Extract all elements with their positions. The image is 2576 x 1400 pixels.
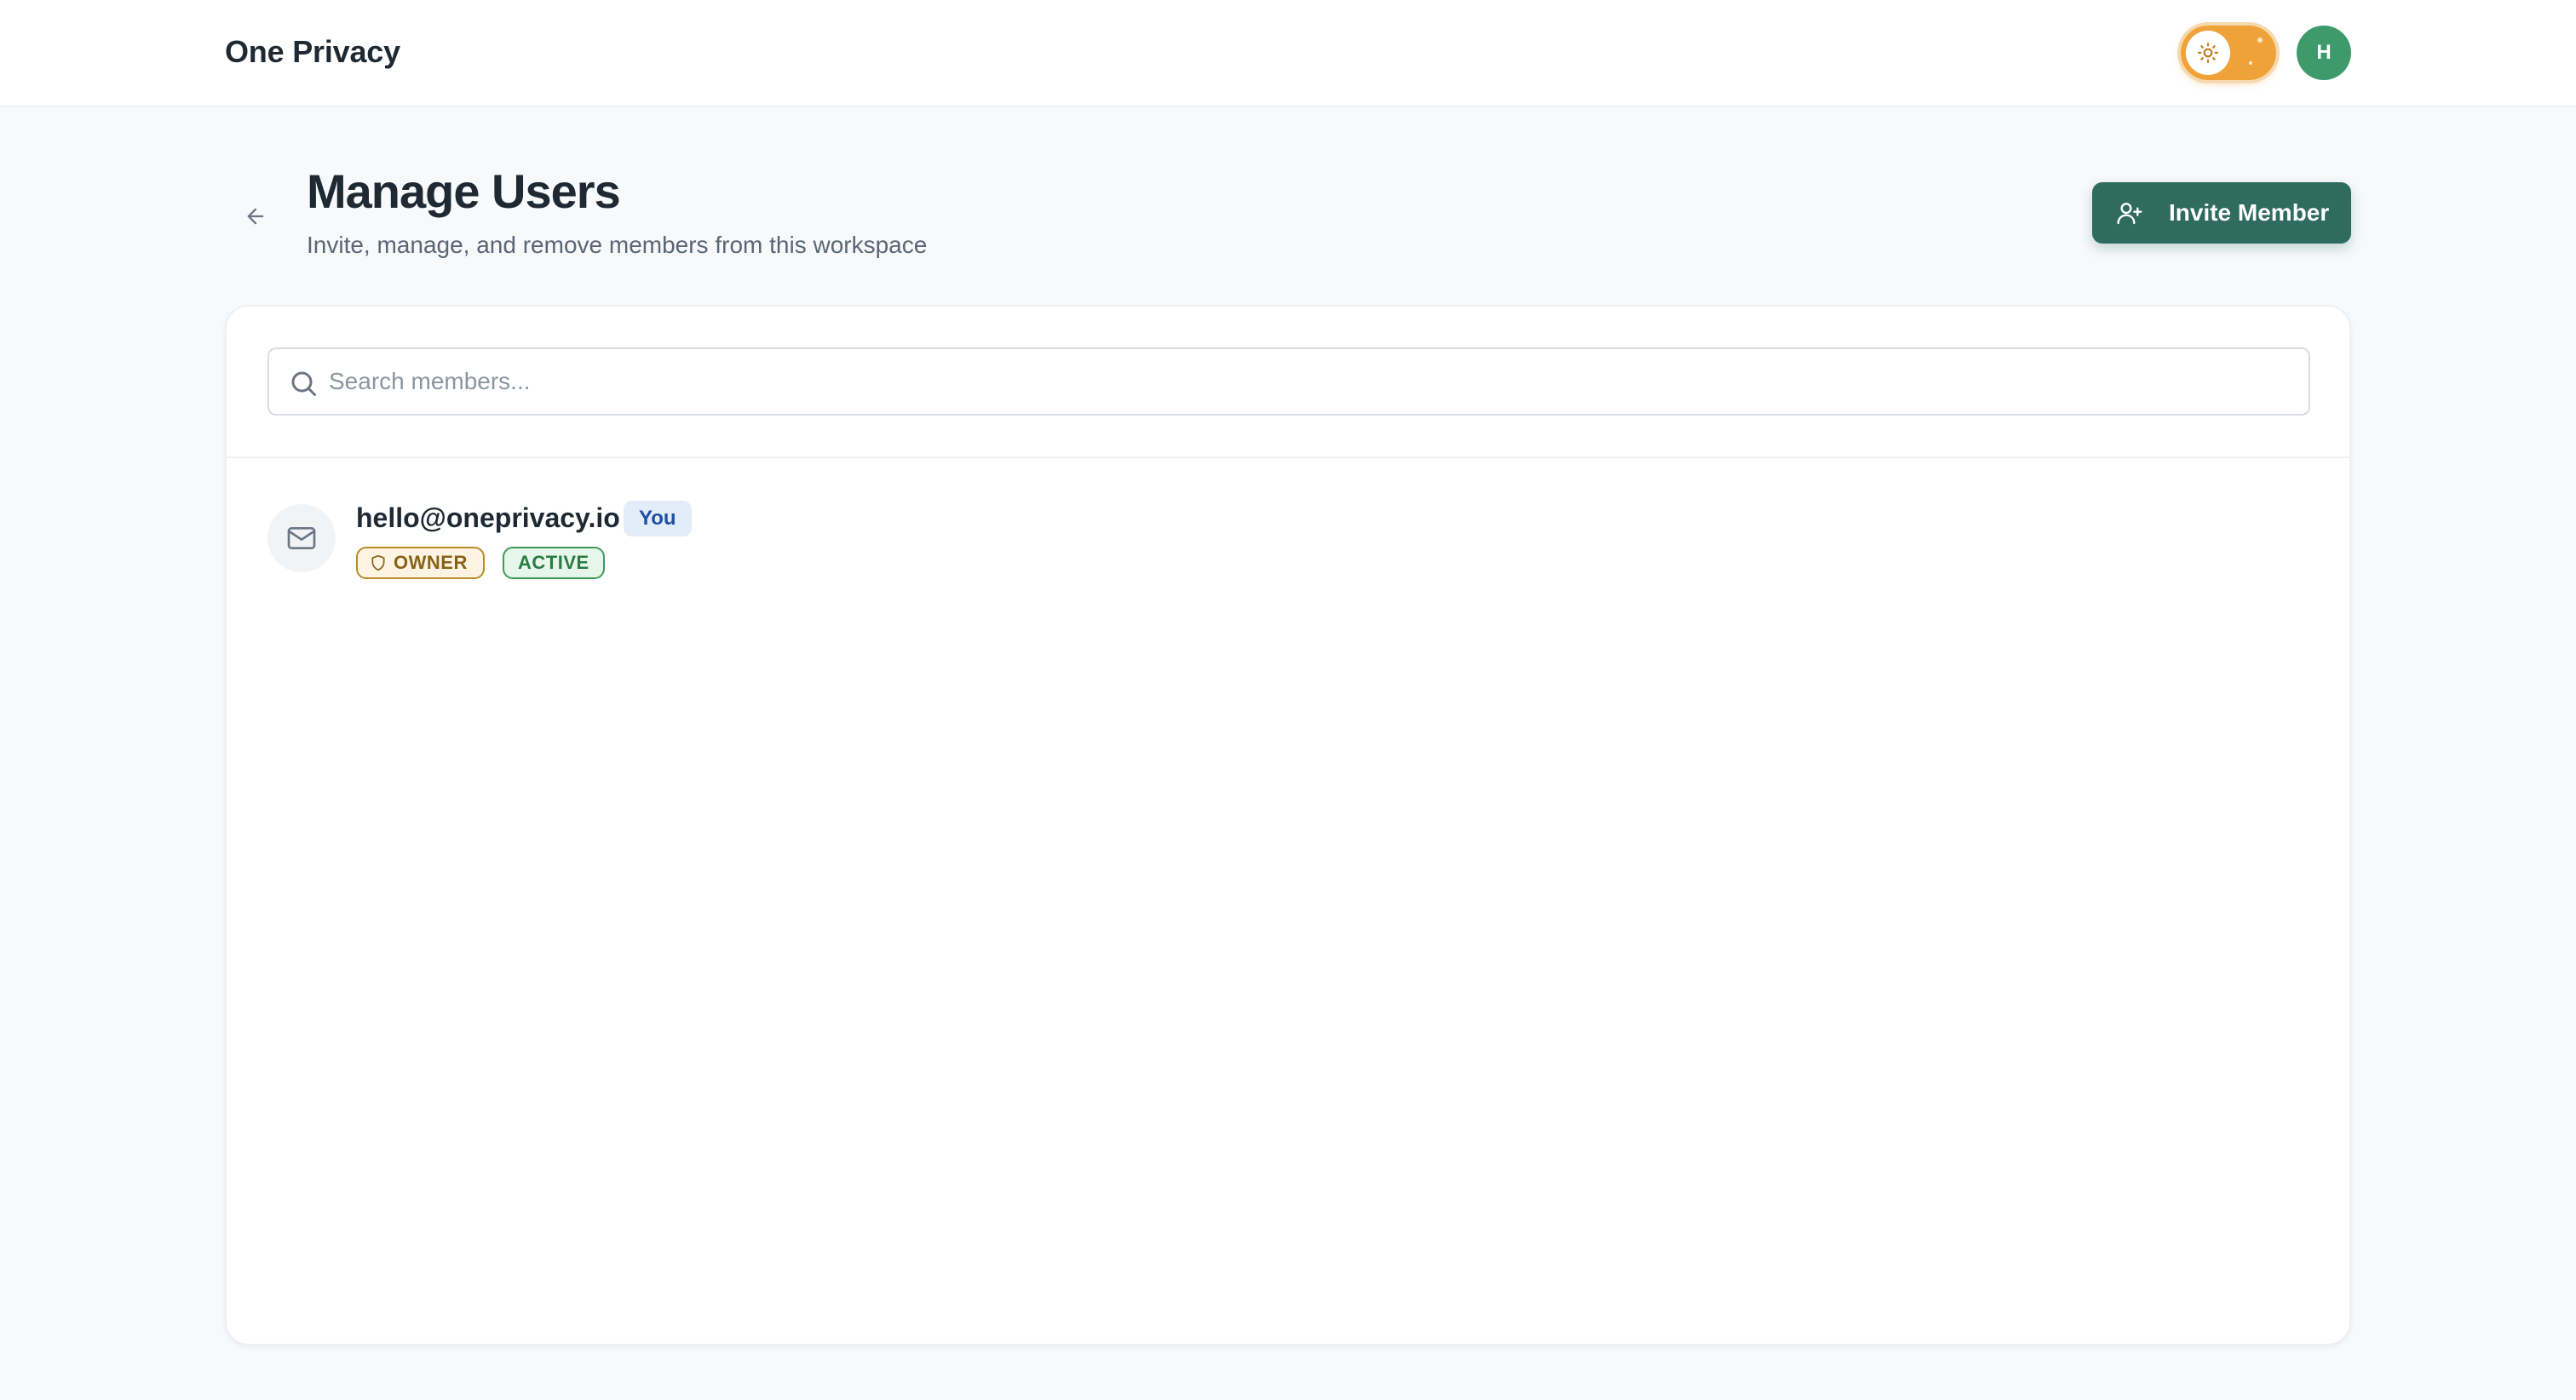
back-button[interactable] [239,199,273,233]
invite-member-button[interactable]: Invite Member [2092,182,2351,244]
divider [227,456,2349,458]
top-bar: One Privacy H [0,0,2576,107]
members-card: hello@oneprivacy.io You OWNER ACTIVE [225,305,2351,1345]
theme-toggle[interactable] [2181,26,2276,80]
user-avatar[interactable]: H [2297,26,2351,80]
member-email: hello@oneprivacy.io [356,502,620,533]
role-badge: OWNER [356,547,485,579]
page-subtitle: Invite, manage, and remove members from … [307,232,928,258]
toggle-star [2257,37,2263,43]
you-badge: You [624,501,692,536]
arrow-left-icon [247,208,264,225]
search-box[interactable] [267,347,2310,416]
role-label: OWNER [394,552,468,573]
user-plus-icon [2117,203,2142,225]
member-row[interactable]: hello@oneprivacy.io You OWNER ACTIVE [267,501,2310,588]
toggle-knob [2186,31,2230,75]
toggle-star [2249,61,2252,65]
search-icon [291,371,316,396]
status-badge: ACTIVE [503,547,605,579]
invite-member-label: Invite Member [2169,199,2330,226]
brand-name[interactable]: One Privacy [225,34,400,70]
member-avatar [267,504,336,572]
search-input[interactable] [329,349,2288,414]
mail-icon [287,527,316,549]
shield-icon [371,554,385,571]
sun-icon [2198,43,2218,63]
page-title: Manage Users [307,164,621,218]
